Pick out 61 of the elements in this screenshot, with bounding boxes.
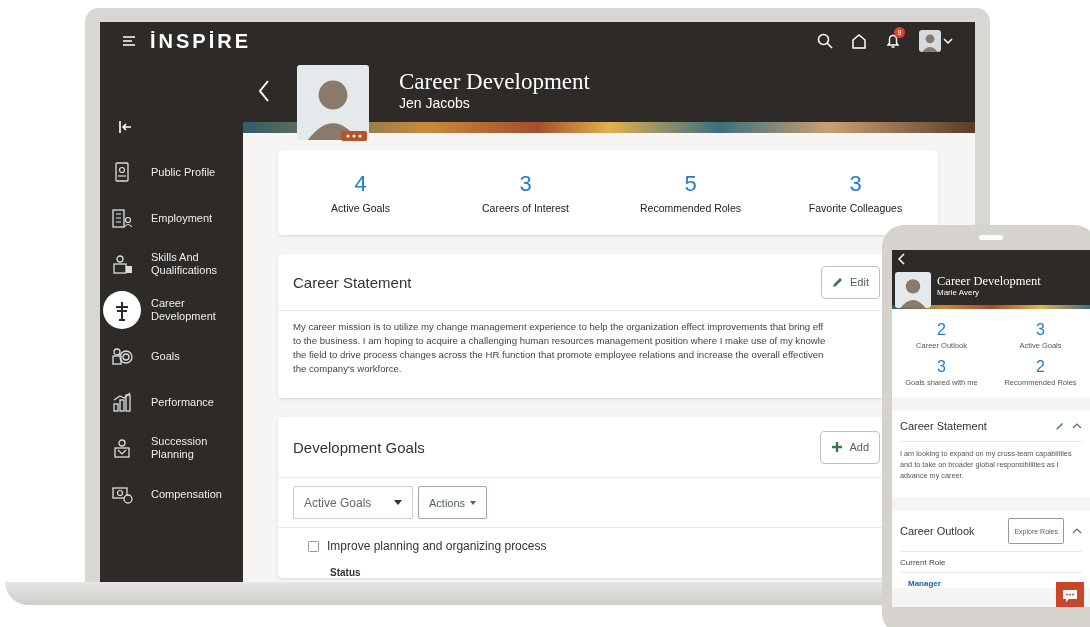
bell-icon[interactable]	[885, 33, 901, 49]
photo-placeholder	[895, 272, 931, 308]
more-icon[interactable]	[341, 131, 367, 141]
sidebar-item[interactable]: Compensation	[100, 471, 243, 517]
sidebar-item[interactable]: Skills And Qualifications	[100, 241, 243, 287]
chevron-up-icon[interactable]	[1072, 423, 1082, 429]
stat-value[interactable]: 3	[937, 358, 946, 375]
sidebar-item[interactable]: Public Profile	[100, 149, 243, 195]
stat-value[interactable]: 2	[937, 321, 946, 338]
section-title: Development Goals	[293, 438, 426, 456]
employee-name: Marie Avery	[937, 288, 981, 298]
stat-value[interactable]: 4	[354, 171, 367, 196]
goal-title: Improve planning and organizing process	[327, 539, 547, 553]
section-title: Career Statement	[293, 273, 413, 291]
collapse-icon[interactable]	[118, 120, 132, 134]
section-title: Career Statement	[900, 420, 988, 432]
sidebar-item[interactable]: Goals	[100, 333, 243, 379]
plus-icon	[831, 441, 844, 453]
search-icon[interactable]	[817, 33, 833, 49]
stat-label: Active Goals	[331, 201, 390, 214]
field-label: Current Role	[900, 552, 1082, 573]
stat-value[interactable]: 3	[519, 171, 532, 196]
pencil-icon[interactable]	[1055, 421, 1064, 431]
stat-label: Careers of Interest	[482, 201, 569, 214]
back-icon[interactable]	[898, 253, 906, 265]
stat-value[interactable]: 3	[1036, 321, 1045, 338]
menu-icon[interactable]	[122, 35, 136, 47]
stat-label: Favorite Colleagues	[808, 201, 903, 214]
chevron-down-icon[interactable]	[943, 37, 953, 45]
section-title: Career Outlook	[900, 525, 976, 537]
page-title: Career Development	[937, 274, 1041, 288]
chat-button-icon[interactable]	[1056, 582, 1084, 607]
back-icon[interactable]	[257, 79, 271, 103]
sidebar-item[interactable]: Succession Planning	[100, 425, 243, 471]
actions-button[interactable]: Actions	[418, 486, 488, 519]
add-button[interactable]: Add	[820, 430, 880, 464]
chevron-up-icon[interactable]	[1072, 528, 1082, 534]
goals-filter-dropdown[interactable]: Active Goals	[293, 486, 413, 519]
sidebar-item[interactable]: Performance	[100, 379, 243, 425]
employee-name: Jen Jacobs	[399, 94, 471, 112]
stat-label: Recommended Roles	[640, 201, 741, 214]
target-icon	[111, 345, 133, 367]
speaker-slot	[979, 235, 1003, 240]
caret-icon	[470, 500, 477, 505]
status-label: Status	[330, 567, 361, 578]
stat-value[interactable]: 5	[684, 171, 697, 196]
home-icon[interactable]	[851, 33, 867, 49]
sidebar-item[interactable]: Career Development	[100, 287, 243, 333]
logo: İNSPİRE	[150, 29, 252, 53]
page-title: Career Development	[399, 68, 590, 95]
checkbox[interactable]	[308, 540, 319, 552]
career-statement-text: My career mission is to utilize my change management experience to help the organization effect improvements that bring eff to the business. I am hoping to acquire a challenging human resources management position where I make use of my knowle the field to drive process changes across the HR function that promote employee relations and increase the overall effectiven the company's workforce.	[293, 320, 826, 376]
pencil-icon	[832, 276, 845, 288]
stat-value[interactable]: 2	[1036, 358, 1045, 375]
current-role: Manager	[907, 578, 942, 588]
building-person-icon	[111, 207, 133, 229]
edit-button[interactable]: Edit	[821, 265, 880, 299]
caret-icon	[394, 500, 402, 505]
bar-chart-icon	[111, 391, 133, 413]
sidebar-item[interactable]: Employment	[100, 195, 243, 241]
stat-value[interactable]: 3	[849, 171, 862, 196]
